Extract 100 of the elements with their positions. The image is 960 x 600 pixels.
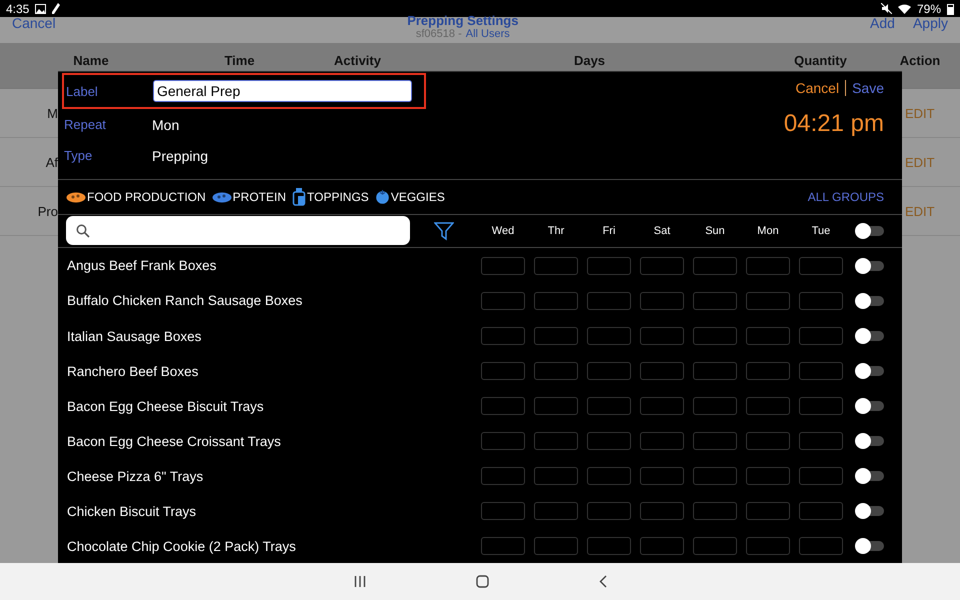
quantity-field[interactable]	[693, 467, 737, 486]
field-caption: Repeat	[64, 117, 107, 132]
type-value[interactable]: Prepping	[152, 148, 208, 164]
label-input[interactable]: General Prep	[152, 80, 412, 102]
group-filter[interactable]: TOPPINGS	[292, 188, 369, 206]
quantity-field[interactable]	[746, 432, 790, 450]
quantity-field[interactable]	[534, 256, 578, 275]
quantity-field[interactable]	[693, 432, 737, 450]
column-header: Days	[572, 53, 606, 68]
quantity-field[interactable]	[587, 362, 631, 380]
toggle-switch[interactable]	[858, 366, 884, 376]
quantity-field[interactable]	[693, 256, 737, 275]
quantity-field[interactable]	[587, 256, 631, 275]
quantity-field[interactable]	[746, 537, 790, 556]
search-field[interactable]	[66, 216, 410, 246]
quantity-field[interactable]	[746, 327, 790, 345]
quantity-field[interactable]	[640, 327, 684, 345]
quantity-field[interactable]	[640, 256, 684, 275]
quantity-field[interactable]	[799, 362, 843, 380]
quantity-field[interactable]	[693, 397, 737, 416]
column-header: Activity	[333, 53, 382, 68]
quantity-field[interactable]	[481, 327, 525, 345]
quantity-field[interactable]	[587, 327, 631, 345]
quantity-field[interactable]	[534, 327, 578, 345]
quantity-field[interactable]	[640, 397, 684, 416]
image-icon	[35, 4, 46, 14]
quantity-field[interactable]	[587, 397, 631, 416]
quantity-field[interactable]	[534, 502, 578, 520]
group-filter[interactable]: VEGGIES	[374, 189, 445, 204]
tomato-icon	[374, 189, 390, 204]
quantity-field[interactable]	[587, 537, 631, 556]
quantity-field[interactable]	[534, 362, 578, 380]
quantity-field[interactable]	[481, 467, 525, 486]
quantity-field[interactable]	[481, 502, 525, 520]
quantity-field[interactable]	[481, 292, 525, 310]
quantity-field[interactable]	[587, 432, 631, 450]
quantity-field[interactable]	[481, 537, 525, 556]
quantity-field[interactable]	[587, 502, 631, 520]
group-filter[interactable]: FOOD PRODUCTION	[66, 190, 206, 204]
quantity-field[interactable]	[693, 292, 737, 310]
item-name: Italian Sausage Boxes	[66, 328, 202, 344]
quantity-field[interactable]	[799, 502, 843, 520]
quantity-field[interactable]	[481, 432, 525, 450]
quantity-field[interactable]	[640, 432, 684, 450]
quantity-field[interactable]	[481, 256, 525, 275]
quantity-field[interactable]	[693, 502, 737, 520]
quantity-field[interactable]	[746, 292, 790, 310]
toggle-switch[interactable]	[858, 471, 884, 482]
quantity-field[interactable]	[799, 537, 843, 556]
toggle-switch[interactable]	[858, 331, 884, 341]
status-time: 4:35	[6, 2, 30, 16]
toggle-switch[interactable]	[858, 436, 884, 446]
quantity-field[interactable]	[746, 256, 790, 275]
toggle-switch[interactable]	[858, 401, 884, 412]
day-header: Fri	[602, 224, 616, 237]
quantity-field[interactable]	[799, 327, 843, 345]
quantity-field[interactable]	[693, 537, 737, 556]
table-cell: Pro	[38, 204, 58, 218]
column-header: Quantity	[793, 53, 848, 68]
toggle-switch[interactable]	[858, 506, 884, 516]
quantity-field[interactable]	[799, 292, 843, 310]
quantity-field[interactable]	[587, 467, 631, 486]
quantity-field[interactable]	[799, 397, 843, 416]
save-button[interactable]: Save	[852, 80, 884, 96]
quantity-field[interactable]	[640, 292, 684, 310]
quantity-field[interactable]	[640, 362, 684, 380]
quantity-field[interactable]	[534, 537, 578, 556]
quantity-field[interactable]	[481, 362, 525, 380]
quantity-field[interactable]	[799, 256, 843, 275]
quantity-field[interactable]	[534, 432, 578, 450]
quantity-field[interactable]	[746, 502, 790, 520]
group-filter[interactable]: PROTEIN	[212, 190, 286, 204]
toggle-switch[interactable]	[858, 226, 884, 236]
quantity-field[interactable]	[693, 327, 737, 345]
day-header: Sun	[704, 224, 726, 237]
all-groups-button[interactable]: ALL GROUPS	[808, 190, 884, 204]
repeat-value[interactable]: Mon	[152, 116, 180, 132]
pen-icon	[52, 3, 60, 14]
quantity-field[interactable]	[799, 432, 843, 450]
time-display[interactable]: 04:21 pm	[784, 110, 884, 138]
quantity-field[interactable]	[746, 362, 790, 380]
quantity-field[interactable]	[587, 292, 631, 310]
quantity-field[interactable]	[693, 362, 737, 380]
toggle-switch[interactable]	[858, 260, 884, 271]
quantity-field[interactable]	[640, 502, 684, 520]
quantity-field[interactable]	[799, 467, 843, 486]
quantity-field[interactable]	[534, 397, 578, 416]
quantity-field[interactable]	[746, 397, 790, 416]
cancel-button[interactable]: Cancel	[795, 80, 840, 96]
quantity-field[interactable]	[534, 467, 578, 486]
quantity-field[interactable]	[481, 397, 525, 416]
quantity-field[interactable]	[746, 467, 790, 486]
quantity-field[interactable]	[640, 537, 684, 556]
item-name: Angus Beef Frank Boxes	[66, 258, 218, 274]
toggle-switch[interactable]	[858, 541, 884, 552]
toggle-switch[interactable]	[858, 296, 884, 306]
day-header: Wed	[490, 224, 516, 237]
quantity-field[interactable]	[640, 467, 684, 486]
item-name: Chocolate Chip Cookie (2 Pack) Trays	[66, 538, 297, 554]
quantity-field[interactable]	[534, 292, 578, 310]
